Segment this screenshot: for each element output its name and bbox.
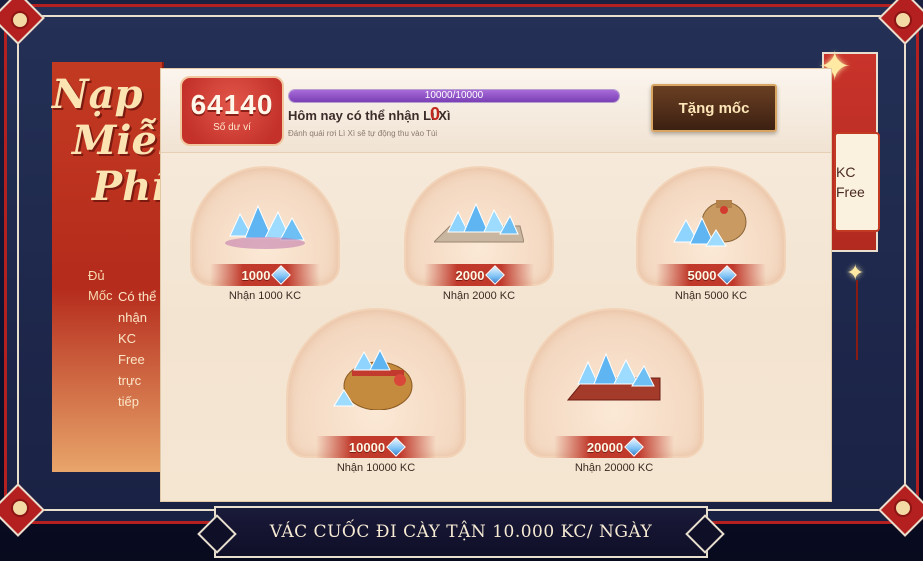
event-title-line: Phí — [92, 163, 167, 210]
reward-amount-bar: 2000 — [424, 264, 534, 286]
diamond-icon — [624, 437, 644, 457]
wallet-balance-value: 64140 — [190, 88, 274, 120]
frame-corner-knob — [894, 11, 912, 29]
diamond-icon — [717, 265, 738, 285]
frame-corner-knob — [11, 499, 29, 517]
milestone-progress-text: 10000/10000 — [424, 90, 484, 101]
reward-amount: 1000 — [241, 267, 271, 283]
side-label-moc: Đủ Mốc — [88, 268, 113, 303]
frame-corner-knob — [894, 499, 912, 517]
reward-item-20000[interactable]: 20000 Nhận 20000 KC — [524, 308, 704, 488]
diamond-chest-icon — [566, 352, 661, 401]
lixi-available-label: Hôm nay có thể nhận Lì Xì — [288, 108, 451, 123]
reward-claim-label: Nhận 5000 KC — [674, 290, 748, 302]
reward-amount: 5000 — [687, 267, 717, 283]
reward-item-2000[interactable]: 2000 Nhận 2000 KC — [404, 166, 554, 316]
reward-amount: 2000 — [455, 267, 485, 283]
lixi-note: Đánh quái rơi Lì Xì sẽ tự động thu vào T… — [288, 129, 438, 138]
event-title-line: Miễn — [72, 117, 187, 164]
diamond-bag-icon — [673, 200, 747, 247]
diamond-sack-icon — [333, 348, 413, 410]
promo-banner-text: VÁC CUỐC ĐI CÀY TẬN 10.000 KC/ NGÀY — [269, 522, 653, 542]
reward-claim-label: Nhận 2000 KC — [442, 290, 516, 302]
reward-amount: 20000 — [586, 439, 624, 455]
diamond-icon — [386, 437, 406, 457]
frame-corner-knob — [11, 11, 29, 29]
reward-item-5000[interactable]: 5000 Nhận 5000 KC — [636, 166, 786, 316]
reward-amount-bar: 10000 — [316, 436, 436, 458]
promo-banner: VÁC CUỐC ĐI CÀY TẬN 10.000 KC/ NGÀY — [214, 506, 708, 558]
diamond-pile-icon — [225, 204, 305, 249]
reward-claim-label: Nhận 10000 KC — [336, 462, 416, 474]
lixi-available-count: 0 — [430, 104, 441, 124]
kc-free-tab[interactable]: KC Free — [834, 132, 880, 232]
event-title-line: Nạp — [52, 71, 143, 118]
wallet-balance-label: Số dư ví — [213, 121, 251, 133]
diamond-icon — [271, 265, 292, 285]
reward-claim-label: Nhận 20000 KC — [574, 462, 654, 474]
diamond-tray-icon — [434, 202, 524, 243]
game-screen: Nạp Miễn Phí Đủ Mốc Có thể nhận KC Free … — [0, 0, 923, 561]
reward-amount-bar: 5000 — [656, 264, 766, 286]
reward-amount-bar: 20000 — [554, 436, 674, 458]
diamond-icon — [485, 265, 506, 285]
reward-item-1000[interactable]: 1000 Nhận 1000 KC — [190, 166, 340, 316]
tassel-decoration — [856, 280, 858, 360]
side-description: Có thể nhận KC Free trực tiếp — [118, 289, 157, 409]
reward-claim-label: Nhận 1000 KC — [228, 290, 302, 302]
reward-amount-bar: 1000 — [210, 264, 320, 286]
reward-item-10000[interactable]: 10000 Nhận 10000 KC — [286, 308, 466, 488]
reward-amount: 10000 — [348, 439, 386, 455]
milestone-button[interactable]: Tặng mốc — [651, 84, 777, 132]
wallet-balance-badge: 64140 Số dư ví — [180, 76, 284, 146]
event-title: Nạp Miễn Phí — [52, 72, 187, 210]
